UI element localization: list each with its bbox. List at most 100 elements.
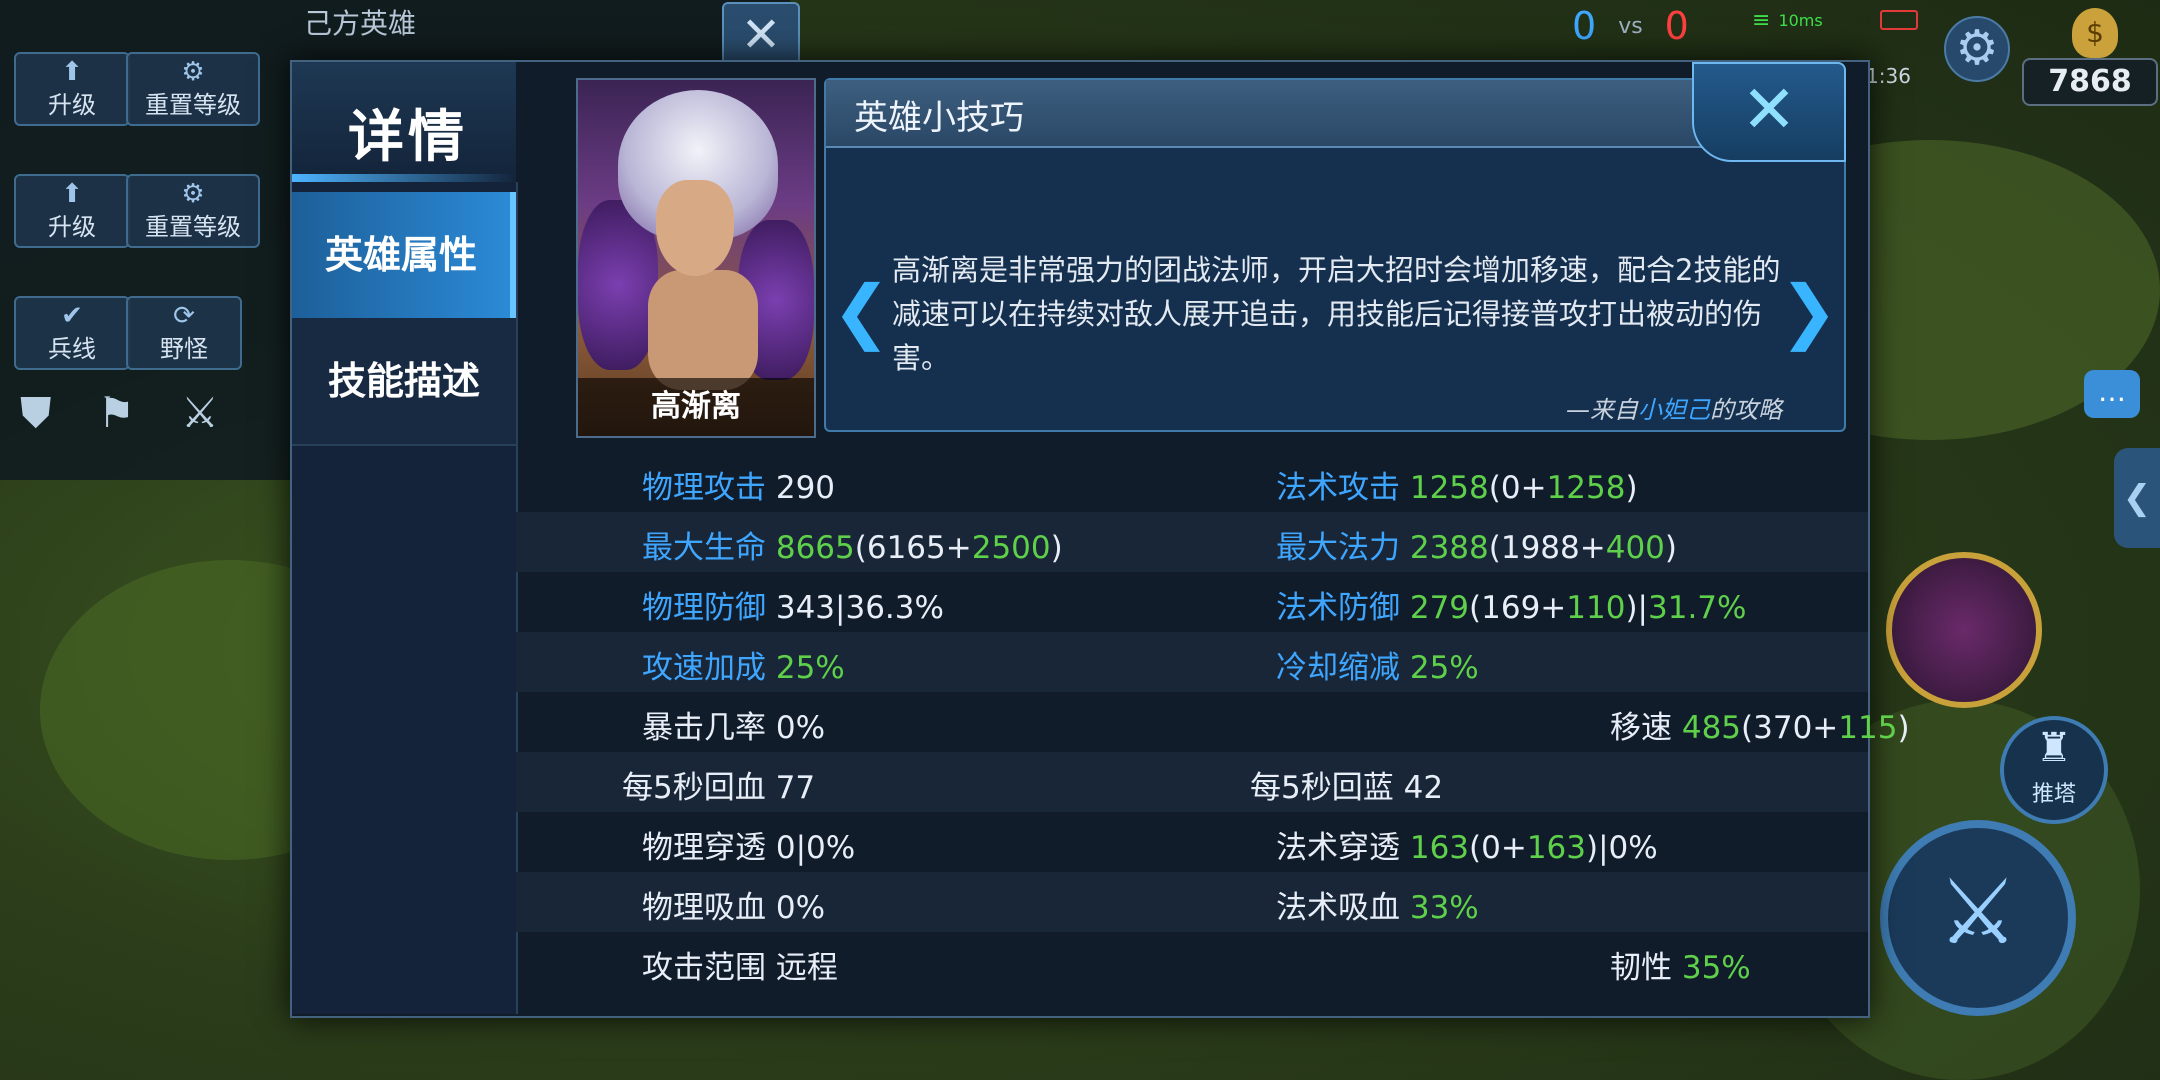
stat-crit-rate: 暴击几率 0% bbox=[642, 702, 825, 747]
stat-base: (6165+ bbox=[854, 530, 972, 566]
hero-stats-table: 物理攻击 290 法术攻击 1258(0+1258) 最大生命 8665(616… bbox=[516, 452, 1910, 1016]
chat-icon[interactable]: … bbox=[2084, 370, 2140, 418]
stat-value: 0|0% bbox=[775, 830, 856, 866]
close-button[interactable]: ✕ bbox=[1692, 62, 1846, 162]
gold-bag-icon: $ bbox=[2072, 8, 2118, 58]
stat-label: 物理吸血 bbox=[642, 890, 766, 926]
stat-bonus: 110 bbox=[1566, 590, 1626, 626]
minion-wave-button[interactable]: ✔ 兵线 bbox=[14, 296, 130, 370]
push-tower-label: 推塔 bbox=[2031, 782, 2076, 807]
jungle-monster-button[interactable]: ⟳ 野怪 bbox=[126, 296, 242, 370]
blue-score: 0 bbox=[1572, 4, 1597, 48]
stat-max-hp: 最大生命 8665(6165+2500) bbox=[642, 522, 1063, 567]
stat-label: 最大法力 bbox=[1276, 530, 1400, 566]
skill-ultimate-icon[interactable] bbox=[1886, 552, 2042, 708]
stat-attack-speed: 攻速加成 25% bbox=[642, 642, 845, 687]
stat-pct: 31.7% bbox=[1648, 590, 1747, 626]
stat-value: 290 bbox=[775, 470, 836, 506]
stat-close: )| bbox=[1625, 590, 1648, 626]
stat-close: )|0% bbox=[1586, 830, 1658, 866]
stat-close: ) bbox=[1625, 470, 1638, 506]
gold-counter[interactable]: 7868 bbox=[2022, 58, 2158, 106]
tips-title: 英雄小技巧 bbox=[854, 98, 1024, 138]
signal-icon: ≡ bbox=[1752, 8, 1771, 33]
reset-level-button[interactable]: ⚙ 重置等级 bbox=[126, 174, 260, 248]
stat-value: 33% bbox=[1409, 890, 1479, 926]
reset-level-label: 重置等级 bbox=[145, 90, 241, 119]
level-up-button[interactable]: ⬆ 升级 bbox=[14, 52, 130, 126]
tips-source-author[interactable]: 小妲己 bbox=[1638, 396, 1710, 424]
tips-source-suffix: 的攻略 bbox=[1710, 396, 1782, 424]
stat-value: 163 bbox=[1409, 830, 1470, 866]
level-up-label: 升级 bbox=[48, 90, 96, 119]
stat-label: 每5秒回蓝 bbox=[1250, 770, 1394, 806]
stat-value: 25% bbox=[1409, 650, 1479, 686]
stat-value: 0% bbox=[775, 710, 826, 746]
stat-magic-defense: 法术防御 279(169+110)|31.7% bbox=[1276, 582, 1746, 627]
arrow-up-icon: ⬆ bbox=[61, 178, 83, 209]
flag-icon[interactable]: ⚑ bbox=[98, 388, 136, 438]
hero-detail-dialog: 详情 英雄属性 技能描述 高渐离 英雄小技巧 ✕ ❮ ❯ 高渐离是非常强力的团战… bbox=[290, 60, 1910, 1018]
hero-name: 高渐离 bbox=[578, 378, 814, 436]
stats-row: 攻击范围 远程 韧性 35% bbox=[516, 932, 1868, 992]
stats-row: 物理攻击 290 法术攻击 1258(0+1258) bbox=[516, 452, 1868, 512]
hero-tips-panel: 英雄小技巧 ✕ ❮ ❯ 高渐离是非常强力的团战法师，开启大招时会增加移速，配合2… bbox=[824, 62, 1846, 432]
stat-base: (0+ bbox=[1488, 470, 1547, 506]
stats-row: 物理防御 343|36.3% 法术防御 279(169+110)|31.7% bbox=[516, 572, 1868, 632]
stat-label: 最大生命 bbox=[642, 530, 766, 566]
stat-base: (0+ bbox=[1469, 830, 1527, 866]
next-tip-arrow-icon[interactable]: ❯ bbox=[1779, 270, 1838, 352]
portrait-face bbox=[656, 180, 734, 276]
check-icon: ✔ bbox=[61, 300, 83, 331]
stat-label: 法术攻击 bbox=[1276, 470, 1400, 506]
jungle-monster-label: 野怪 bbox=[160, 334, 208, 363]
settings-gear-icon[interactable]: ⚙ bbox=[1944, 16, 2010, 82]
stats-row: 每5秒回血 77 每5秒回蓝 42 bbox=[516, 752, 1868, 812]
game-time: 1:36 bbox=[1866, 64, 1911, 88]
stat-mana-regen: 每5秒回蓝 42 bbox=[1250, 762, 1443, 807]
stat-value: 25% bbox=[775, 650, 845, 686]
level-up-button[interactable]: ⬆ 升级 bbox=[14, 174, 130, 248]
stat-value: 279 bbox=[1409, 590, 1470, 626]
reset-level-button[interactable]: ⚙ 重置等级 bbox=[126, 52, 260, 126]
stat-hp-regen: 每5秒回血 77 bbox=[622, 762, 815, 807]
stat-value: 485 bbox=[1681, 710, 1742, 746]
sword-icon[interactable]: ⚔ bbox=[181, 388, 219, 438]
own-heroes-title: 己方英雄 bbox=[304, 7, 417, 40]
close-icon: ✕ bbox=[1741, 71, 1797, 148]
stat-label: 每5秒回血 bbox=[622, 770, 766, 806]
stat-bonus: 2500 bbox=[971, 530, 1051, 566]
stat-value: 343|36.3% bbox=[775, 590, 944, 626]
stat-base: (169+ bbox=[1469, 590, 1567, 626]
stat-physical-attack: 物理攻击 290 bbox=[642, 462, 835, 507]
stat-label: 移速 bbox=[1610, 710, 1672, 746]
stat-label: 攻速加成 bbox=[642, 650, 766, 686]
score-board: 0 vs 0 bbox=[1572, 4, 1689, 48]
tab-hero-attributes[interactable]: 英雄属性 bbox=[292, 192, 516, 318]
stats-row: 物理吸血 0% 法术吸血 33% bbox=[516, 872, 1868, 932]
tower-icon: ♜ bbox=[2036, 725, 2072, 771]
stat-bonus: 400 bbox=[1605, 530, 1665, 566]
portrait-body bbox=[648, 270, 758, 390]
stat-label: 暴击几率 bbox=[642, 710, 766, 746]
minion-wave-label: 兵线 bbox=[48, 334, 96, 363]
stat-magic-lifesteal: 法术吸血 33% bbox=[1276, 882, 1479, 927]
reset-level-label: 重置等级 bbox=[145, 212, 241, 241]
stat-value: 0% bbox=[775, 890, 826, 926]
stat-bonus: 115 bbox=[1838, 710, 1898, 746]
expand-arrow-icon[interactable]: ❮ bbox=[2114, 448, 2160, 548]
tab-skill-description[interactable]: 技能描述 bbox=[292, 318, 516, 446]
previous-tip-arrow-icon[interactable]: ❮ bbox=[832, 270, 891, 352]
stat-move-speed: 移速 485(370+115) bbox=[1610, 702, 1910, 747]
stat-label: 法术防御 bbox=[1276, 590, 1400, 626]
stat-value: 1258 bbox=[1409, 470, 1489, 506]
stat-label: 物理攻击 bbox=[642, 470, 766, 506]
stats-row: 暴击几率 0% 移速 485(370+115) bbox=[516, 692, 1910, 752]
own-heroes-close-button[interactable]: ✕ bbox=[722, 2, 800, 68]
attack-button[interactable]: ⚔ bbox=[1880, 820, 2076, 1016]
red-score: 0 bbox=[1664, 4, 1689, 48]
push-tower-button[interactable]: ♜ 推塔 bbox=[2000, 716, 2108, 824]
level-up-label: 升级 bbox=[48, 212, 96, 241]
shield-icon[interactable]: ⛊ bbox=[20, 388, 52, 438]
gear-icon: ⚙ bbox=[181, 178, 205, 209]
